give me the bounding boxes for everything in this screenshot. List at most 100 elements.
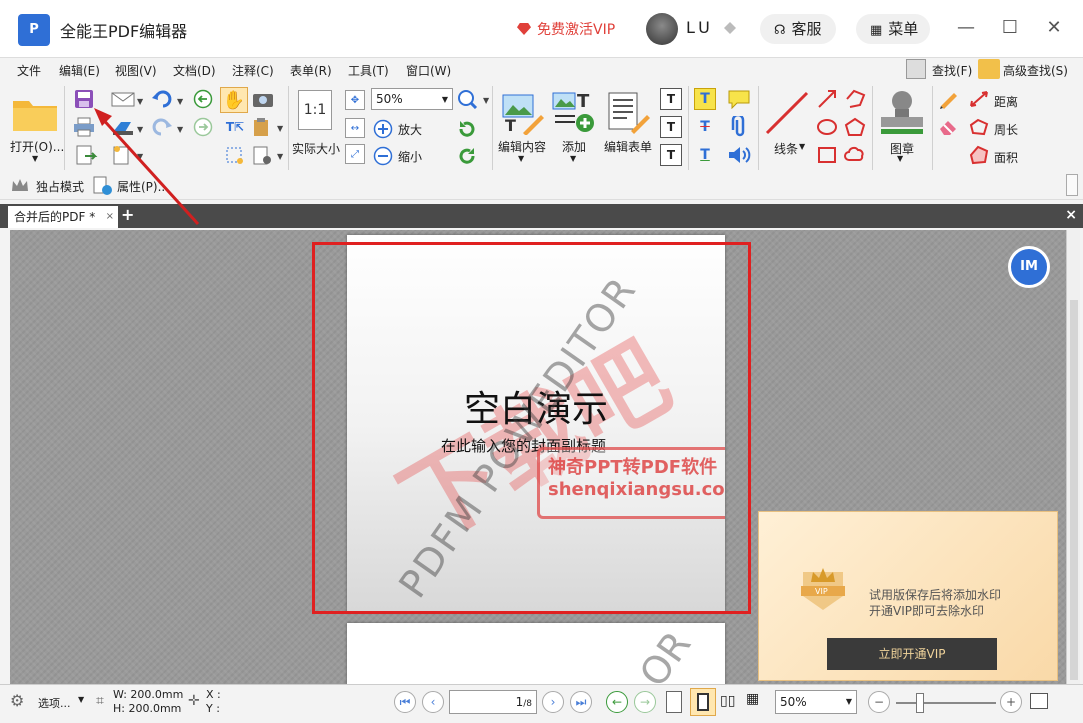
add-button[interactable]: T bbox=[551, 88, 597, 136]
clipboard-button[interactable]: ▼ bbox=[250, 116, 286, 138]
actual-size-label[interactable]: 实际大小 bbox=[292, 140, 340, 157]
attachment-icon[interactable] bbox=[726, 116, 752, 138]
line-tool-button[interactable] bbox=[762, 88, 812, 138]
area-label[interactable]: 面积 bbox=[994, 149, 1018, 166]
add-tab-icon[interactable]: + bbox=[121, 207, 135, 223]
menu-file[interactable]: 文件 bbox=[17, 62, 41, 79]
activate-vip-button[interactable]: 立即开通VIP bbox=[827, 638, 997, 670]
first-page-icon[interactable]: ⏮ bbox=[394, 691, 416, 713]
menu-comment[interactable]: 注释(C) bbox=[232, 62, 274, 79]
select-text-button[interactable]: T⇱ bbox=[220, 116, 250, 138]
zoom-slider-track[interactable] bbox=[896, 702, 996, 704]
highlight-text-icon[interactable]: T bbox=[694, 88, 716, 110]
exclusive-mode-button[interactable]: 独占模式 bbox=[36, 178, 84, 195]
scan-button[interactable]: ▼ bbox=[110, 116, 146, 138]
edit-form-button[interactable] bbox=[604, 88, 652, 136]
text-callout-icon[interactable]: T bbox=[660, 144, 682, 166]
zoom-out-label[interactable]: 缩小 bbox=[398, 148, 422, 165]
arrow-tool-icon[interactable] bbox=[814, 88, 840, 110]
open-dropdown-icon[interactable]: ▼ bbox=[32, 154, 38, 163]
advanced-find-icon[interactable] bbox=[978, 59, 1000, 79]
continuous-facing-icon[interactable]: ▦ bbox=[746, 691, 759, 707]
status-zoom-select[interactable]: 50% ▼ bbox=[775, 690, 857, 714]
open-label[interactable]: 打开(O)... bbox=[10, 138, 64, 155]
document-tab[interactable]: 合并后的PDF * × bbox=[8, 206, 118, 228]
zoom-out-circle-icon[interactable]: − bbox=[868, 691, 890, 713]
close-icon[interactable]: ✕ bbox=[1042, 16, 1066, 40]
zoom-select[interactable]: 50% ▼ bbox=[371, 88, 453, 110]
fit-visible-icon[interactable]: ⤢ bbox=[345, 144, 365, 164]
forward-button[interactable] bbox=[192, 116, 214, 138]
sticky-note-icon[interactable] bbox=[726, 88, 752, 110]
floating-action-button[interactable]: IM bbox=[1008, 246, 1050, 288]
pdf-page-2[interactable]: OR bbox=[347, 623, 725, 684]
previous-view-icon[interactable]: ← bbox=[606, 691, 628, 713]
main-menu-button[interactable]: ▦ 菜单 bbox=[856, 14, 930, 44]
find-icon[interactable] bbox=[906, 59, 926, 79]
last-page-icon[interactable]: ⏭ bbox=[570, 691, 592, 713]
add-label[interactable]: 添加 bbox=[562, 138, 586, 155]
ellipse-tool-icon[interactable] bbox=[814, 116, 840, 138]
menu-form[interactable]: 表单(R) bbox=[290, 62, 332, 79]
area-icon[interactable] bbox=[966, 144, 992, 166]
save-button[interactable] bbox=[72, 88, 96, 110]
print-button[interactable] bbox=[72, 116, 96, 138]
cloud-tool-icon[interactable] bbox=[842, 144, 868, 166]
menu-window[interactable]: 窗口(W) bbox=[406, 62, 451, 79]
lines-label[interactable]: 线条 bbox=[774, 140, 798, 157]
perimeter-label[interactable]: 周长 bbox=[994, 121, 1018, 138]
advanced-find-menu[interactable]: 高级查找(S) bbox=[1003, 62, 1068, 79]
stamp-dropdown-icon[interactable]: ▼ bbox=[897, 154, 903, 163]
fit-width-icon[interactable]: ↔ bbox=[345, 118, 365, 138]
free-vip-link[interactable]: 免费激活VIP bbox=[517, 19, 615, 39]
fit-page-icon[interactable]: ✥ bbox=[345, 90, 365, 110]
select-area-button[interactable] bbox=[220, 144, 250, 166]
next-page-icon[interactable]: › bbox=[542, 691, 564, 713]
new-document-button[interactable]: ▼ bbox=[110, 144, 146, 166]
prev-page-icon[interactable]: ‹ bbox=[422, 691, 444, 713]
doc-settings-button[interactable]: ▼ bbox=[250, 144, 286, 166]
pencil-icon[interactable] bbox=[936, 88, 962, 110]
zoom-tool-button[interactable]: ▼ bbox=[456, 88, 492, 110]
options-button[interactable]: 选项... bbox=[38, 695, 71, 711]
perimeter-icon[interactable] bbox=[966, 116, 992, 138]
distance-label[interactable]: 距离 bbox=[994, 93, 1018, 110]
eraser-icon[interactable] bbox=[936, 116, 962, 138]
actual-size-icon[interactable]: 1:1 bbox=[298, 90, 332, 130]
options-dropdown-icon[interactable]: ▼ bbox=[78, 695, 84, 704]
avatar[interactable] bbox=[646, 13, 678, 45]
properties-button[interactable]: 属性(P)... bbox=[117, 178, 169, 195]
next-view-icon[interactable]: → bbox=[634, 691, 656, 713]
add-dropdown-icon[interactable]: ▼ bbox=[570, 154, 576, 163]
close-document-icon[interactable]: × bbox=[1065, 207, 1077, 223]
rotate-left-button[interactable] bbox=[456, 118, 478, 140]
zoom-out-button[interactable] bbox=[372, 145, 394, 167]
underline-text-icon[interactable]: T bbox=[694, 144, 716, 166]
fullscreen-icon[interactable] bbox=[1030, 693, 1048, 709]
email-button[interactable]: ▼ bbox=[110, 88, 146, 110]
menu-view[interactable]: 视图(V) bbox=[115, 62, 157, 79]
maximize-icon[interactable]: ☐ bbox=[998, 16, 1022, 40]
text-field-icon[interactable]: T bbox=[660, 88, 682, 110]
edit-content-label[interactable]: 编辑内容 bbox=[498, 138, 546, 155]
redo-button[interactable]: ▼ bbox=[150, 116, 186, 138]
text-box-icon[interactable]: T bbox=[660, 116, 682, 138]
tab-close-icon[interactable]: × bbox=[106, 206, 114, 228]
customer-service-button[interactable]: ☊ 客服 bbox=[760, 14, 836, 44]
toolbar-overflow-handle[interactable] bbox=[1066, 174, 1078, 196]
vertical-scrollbar[interactable] bbox=[1066, 230, 1080, 684]
pentagon-tool-icon[interactable] bbox=[842, 116, 868, 138]
sound-icon[interactable] bbox=[726, 144, 752, 166]
minimize-icon[interactable]: — bbox=[954, 16, 978, 40]
rectangle-tool-icon[interactable] bbox=[814, 144, 840, 166]
open-button[interactable] bbox=[10, 92, 60, 134]
zoom-in-label[interactable]: 放大 bbox=[398, 121, 422, 138]
menu-tools[interactable]: 工具(T) bbox=[348, 62, 389, 79]
facing-pages-icon[interactable]: ▯▯ bbox=[720, 693, 735, 709]
menu-edit[interactable]: 编辑(E) bbox=[59, 62, 100, 79]
strikeout-text-icon[interactable]: T bbox=[694, 116, 716, 138]
zoom-in-button[interactable] bbox=[372, 118, 394, 140]
edit-form-label[interactable]: 编辑表单 bbox=[604, 138, 652, 155]
undo-button[interactable]: ▼ bbox=[150, 88, 186, 110]
options-gear-icon[interactable]: ⚙ bbox=[10, 691, 24, 710]
